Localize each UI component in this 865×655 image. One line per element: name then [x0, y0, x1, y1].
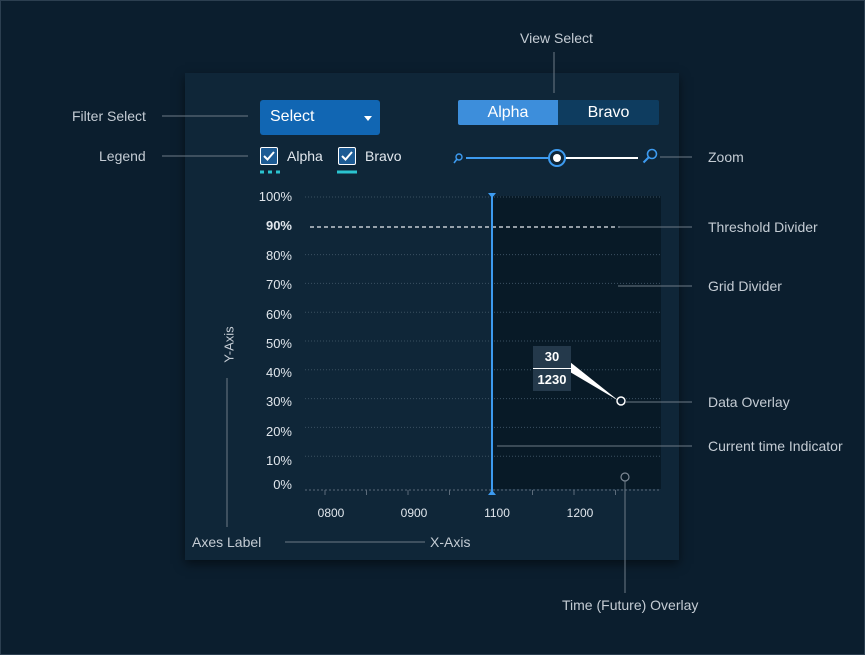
callout-future-overlay: Time (Future) Overlay	[562, 597, 699, 613]
y-tick: 80%	[265, 248, 292, 263]
legend-alpha-checkbox[interactable]	[260, 147, 278, 165]
callout-grid: Grid Divider	[708, 278, 782, 294]
zoom-out-icon[interactable]	[453, 151, 464, 169]
zoom-slider[interactable]	[466, 150, 638, 166]
x-tick: 0800	[317, 506, 345, 520]
x-tick: 1200	[566, 506, 594, 520]
callout-zoom: Zoom	[708, 149, 744, 165]
filter-select[interactable]: Select	[260, 100, 380, 135]
callout-view-select: View Select	[520, 30, 593, 46]
chevron-down-icon	[364, 116, 372, 121]
check-icon	[341, 151, 353, 161]
legend-bravo-label: Bravo	[365, 148, 402, 164]
y-tick: 60%	[265, 307, 292, 322]
callout-threshold: Threshold Divider	[708, 219, 818, 235]
y-tick: 30%	[265, 394, 292, 409]
view-option-bravo[interactable]: Bravo	[558, 100, 659, 125]
legend-bravo-checkbox[interactable]	[338, 147, 356, 165]
x-tick: 0900	[400, 506, 428, 520]
y-tick: 70%	[265, 277, 292, 292]
zoom-in-icon[interactable]	[642, 148, 658, 169]
check-icon	[263, 151, 275, 161]
legend-alpha-label: Alpha	[287, 148, 323, 164]
y-tick: 20%	[265, 424, 292, 439]
callout-filter-select: Filter Select	[72, 108, 146, 124]
filter-select-label: Select	[270, 108, 315, 125]
callout-current-time: Current time Indicator	[708, 438, 843, 454]
data-overlay-time: 1230	[533, 369, 571, 391]
callout-legend: Legend	[99, 148, 146, 164]
y-tick: 10%	[265, 453, 292, 468]
callout-axes-label: Axes Label	[192, 534, 262, 550]
x-axis-label: X-Axis	[430, 534, 471, 550]
y-tick: 50%	[265, 336, 292, 351]
y-tick: 100%	[258, 189, 292, 204]
view-option-alpha[interactable]: Alpha	[458, 100, 558, 125]
data-overlay-value: 30	[533, 346, 571, 369]
callout-data-overlay: Data Overlay	[708, 394, 790, 410]
y-axis-label: Y-Axis	[221, 326, 237, 363]
x-tick: 1100	[484, 506, 510, 520]
y-tick: 0%	[273, 477, 292, 492]
y-tick: 40%	[265, 365, 292, 380]
y-tick-threshold: 90%	[265, 218, 292, 233]
